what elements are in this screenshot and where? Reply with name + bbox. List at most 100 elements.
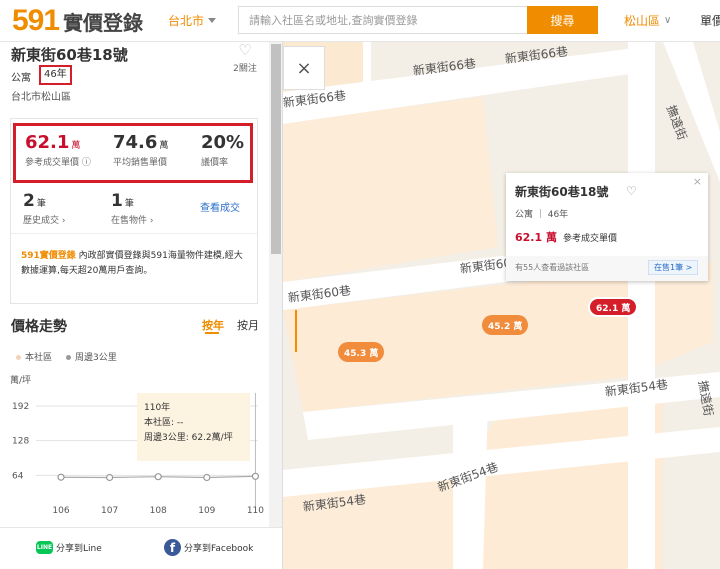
popup-for-sale-button[interactable]: 在售1筆 > bbox=[648, 260, 699, 275]
district-selector[interactable]: 松山區 ∨ bbox=[624, 12, 671, 29]
price-trend-chart[interactable]: 萬/坪 192 128 64 110年本社區: -- 周邊3公里: 62.2萬/坪 106 1… bbox=[0, 367, 268, 527]
share-facebook-button[interactable]: f 分享到Facebook bbox=[164, 539, 253, 556]
scrollbar-thumb[interactable] bbox=[271, 44, 281, 254]
search-placeholder: 請輸入社區名或地址,查詢實價登錄 bbox=[249, 14, 418, 27]
tooltip-value: 本社區: -- bbox=[144, 416, 183, 428]
popup-close-icon[interactable]: × bbox=[693, 175, 702, 188]
legend-nearby: 周邊3公里 bbox=[66, 350, 117, 363]
city-selector[interactable]: 台北市 bbox=[168, 12, 217, 29]
history-label: 歷史成交 › bbox=[23, 216, 66, 226]
legend-nearby-label: 周邊3公里 bbox=[75, 353, 117, 363]
trend-title: 價格走勢 bbox=[11, 319, 67, 335]
line-icon: LINE bbox=[36, 541, 53, 554]
app: 591 實價登錄 台北市 請輸入社區名或地址,查詢實價登錄 搜尋 松山區 ∨ 單… bbox=[0, 0, 720, 569]
popup-price-value: 62.1 萬 bbox=[515, 231, 557, 244]
panel-edge-marker bbox=[295, 310, 297, 352]
facebook-icon: f bbox=[164, 539, 181, 556]
top-header: 591 實價登錄 台北市 請輸入社區名或地址,查詢實價登錄 搜尋 松山區 ∨ 單… bbox=[0, 0, 720, 42]
close-panel-button[interactable]: × bbox=[283, 46, 325, 90]
logo[interactable]: 591 實價登錄 bbox=[12, 4, 143, 38]
map-area[interactable]: 新東街66巷 新東街66巷 新東街66巷 撫遠街 新東街60巷 新東街60巷 新… bbox=[283, 42, 720, 569]
heart-icon[interactable]: ♡ bbox=[626, 184, 637, 198]
chart-legend: 本社區 周邊3公里 bbox=[16, 350, 117, 363]
share-facebook-label: 分享到Facebook bbox=[184, 544, 254, 554]
data-point bbox=[203, 473, 211, 482]
map-canvas bbox=[283, 42, 720, 569]
popup-price: 62.1 萬參考成交單價 bbox=[515, 229, 617, 245]
data-point bbox=[251, 472, 260, 480]
logo-number: 591 bbox=[12, 4, 60, 37]
district-label: 松山區 bbox=[624, 14, 661, 28]
x-tick-label: 108 bbox=[150, 506, 167, 516]
x-tick-label: 107 bbox=[101, 506, 118, 516]
city-label: 台北市 bbox=[168, 14, 205, 28]
popup-footer: 有55人查看過該社區 在售1筆 > bbox=[506, 256, 708, 281]
y-tick-label: 192 bbox=[12, 402, 29, 412]
popup-title: 新東街60巷18號 bbox=[515, 185, 609, 199]
history-count: 2 bbox=[23, 191, 35, 211]
data-point bbox=[106, 473, 114, 482]
price-pin[interactable]: 45.2 萬 bbox=[482, 315, 529, 335]
for-sale-count: 1 bbox=[111, 191, 123, 211]
history-stat[interactable]: 2筆 歷史成交 › bbox=[23, 191, 65, 226]
legend-dot-icon bbox=[66, 355, 72, 360]
stat-discount: 20% 議價率 bbox=[201, 132, 244, 168]
stats-card: 62.1 萬 參考成交單價 ⓘ 74.6 萬 平均銷售單價 20% 議價率 2筆 歷… bbox=[10, 118, 258, 304]
y-axis-label: 萬/坪 bbox=[10, 374, 31, 386]
intro-brand: 591實價登錄 bbox=[21, 251, 76, 261]
avg-sale-value: 74.6 bbox=[113, 132, 158, 153]
tab-by-month[interactable]: 按月 bbox=[237, 317, 259, 333]
y-tick-label: 64 bbox=[12, 471, 24, 481]
search-button[interactable]: 搜尋 bbox=[527, 6, 598, 34]
tab-by-year[interactable]: 按年 bbox=[202, 317, 224, 333]
history-unit: 筆 bbox=[36, 199, 46, 209]
favorite-count: 2關注 bbox=[233, 64, 257, 74]
property-area: 台北市松山區 bbox=[11, 92, 71, 103]
tooltip-value: 周邊3公里: 62.2萬/坪 bbox=[144, 431, 233, 443]
share-line-button[interactable]: LINE 分享到Line bbox=[36, 541, 102, 554]
property-address: 新東街60巷18號 bbox=[11, 46, 128, 64]
building-age: 46年 bbox=[39, 65, 72, 85]
stat-ref-price: 62.1 萬 參考成交單價 ⓘ bbox=[25, 132, 91, 168]
heart-icon: ♡ bbox=[238, 42, 252, 59]
favorite-button[interactable]: ♡ 2關注 bbox=[232, 42, 258, 74]
popup-price-label: 參考成交單價 bbox=[562, 234, 617, 244]
for-sale-label: 在售物件 › bbox=[111, 216, 154, 226]
x-tick-label: 110 bbox=[247, 506, 264, 516]
logo-text: 實價登錄 bbox=[63, 10, 144, 35]
panel-scrollbar[interactable] bbox=[269, 42, 282, 527]
tooltip-year: 110年 bbox=[144, 401, 170, 413]
detail-panel: 新東街60巷18號 ♡ 2關注 公寓 46年 台北市松山區 62.1 萬 參考成交… bbox=[0, 42, 283, 569]
header-more[interactable]: 單價 bbox=[700, 12, 720, 29]
caret-down-icon bbox=[208, 18, 217, 23]
for-sale-unit: 筆 bbox=[124, 199, 134, 209]
x-tick-label: 106 bbox=[52, 506, 69, 516]
tab-active-underline bbox=[205, 332, 219, 334]
community-popup[interactable]: × 新東街60巷18號 ♡ 公寓 ｜ 46年 62.1 萬參考成交單價 有55人… bbox=[506, 173, 708, 281]
stats-highlight: 62.1 萬 參考成交單價 ⓘ 74.6 萬 平均銷售單價 20% 議價率 bbox=[13, 123, 253, 183]
x-tick-label: 109 bbox=[198, 506, 215, 516]
stat-avg-sale: 74.6 萬 平均銷售單價 bbox=[113, 132, 168, 168]
price-pin[interactable]: 45.3 萬 bbox=[338, 342, 385, 362]
legend-dot-icon bbox=[16, 355, 21, 360]
avg-sale-label: 平均銷售單價 bbox=[113, 158, 168, 168]
avg-sale-unit: 萬 bbox=[159, 141, 169, 151]
popup-views: 有55人查看過該社區 bbox=[515, 263, 590, 272]
legend-community-label: 本社區 bbox=[25, 353, 53, 363]
data-point bbox=[57, 473, 65, 481]
chevron-down-icon: ∨ bbox=[664, 15, 672, 26]
ref-price-label[interactable]: 參考成交單價 ⓘ bbox=[25, 155, 91, 168]
y-tick-label: 128 bbox=[12, 437, 29, 447]
ref-price-unit: 萬 bbox=[71, 141, 81, 151]
search-input[interactable]: 請輸入社區名或地址,查詢實價登錄 bbox=[238, 6, 527, 34]
legend-community: 本社區 bbox=[16, 350, 52, 363]
popup-subtitle: 公寓 ｜ 46年 bbox=[515, 210, 569, 220]
property-type: 公寓 bbox=[11, 73, 31, 84]
for-sale-stat[interactable]: 1筆 在售物件 › bbox=[111, 191, 153, 226]
ref-price-value: 62.1 bbox=[25, 132, 70, 153]
card-divider bbox=[11, 233, 257, 234]
data-point bbox=[154, 473, 162, 481]
view-transactions-link[interactable]: 查看成交 bbox=[200, 199, 240, 214]
discount-value: 20% bbox=[201, 132, 245, 153]
price-pin-selected[interactable]: 62.1 萬 bbox=[588, 297, 639, 317]
